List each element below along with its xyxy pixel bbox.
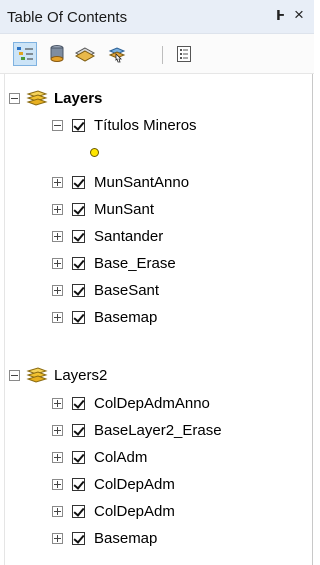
layer-visibility-checkbox[interactable] [72,396,85,410]
layer-visibility-checkbox[interactable] [72,229,85,243]
panel-right-border [312,74,313,565]
layer-visibility-checkbox[interactable] [72,531,85,545]
layer-row[interactable]: ColAdm [52,445,147,469]
layer-row[interactable]: Santander [52,224,163,248]
layer-row[interactable]: ColDepAdm [52,499,175,523]
layer-row[interactable]: MunSantAnno [52,170,189,194]
collapse-icon[interactable] [9,92,20,104]
layer-label: Basemap [94,529,158,547]
window-title: Table Of Contents [7,9,128,26]
layer-visibility-checkbox[interactable] [72,423,85,437]
data-frame-layers[interactable]: Layers [9,86,102,110]
options-button[interactable] [172,42,196,66]
layer-group-icon [26,367,48,383]
layer-visibility-checkbox[interactable] [72,450,85,464]
layer-label: ColDepAdmAnno [94,394,210,412]
list-by-source-button[interactable] [45,42,69,66]
expand-icon[interactable] [52,176,63,188]
layer-visibility-checkbox[interactable] [72,175,85,189]
toolbar-separator [162,46,163,64]
layer-label: Basemap [94,308,158,326]
list-by-drawing-order-button[interactable] [13,42,37,66]
point-symbol-icon [90,148,99,157]
toc-toolbar [0,34,314,74]
expand-icon[interactable] [52,397,63,409]
layer-row[interactable]: MunSant [52,197,154,221]
list-by-visibility-icon [74,47,96,62]
close-icon[interactable]: × [294,5,304,25]
layer-label: Santander [94,227,164,245]
layer-label: BaseLayer2_Erase [94,421,222,439]
data-frame-label: Layers [54,89,103,107]
expand-icon[interactable] [52,284,63,296]
layer-visibility-checkbox[interactable] [72,256,85,270]
layer-row[interactable]: ColDepAdmAnno [52,391,210,415]
list-by-visibility-button[interactable] [73,42,97,66]
layer-row[interactable]: Títulos Mineros [52,113,197,137]
title-bar: Table Of Contents Ͱ × [0,0,314,34]
layer-label: ColDepAdm [94,502,175,520]
layer-row[interactable]: Base_Erase [52,251,176,275]
layer-label: MunSantAnno [94,173,190,191]
expand-icon[interactable] [52,505,63,517]
layer-row[interactable]: ColDepAdm [52,472,175,496]
layer-label: Títulos Mineros [94,116,197,134]
layer-label: MunSant [94,200,155,218]
expand-icon[interactable] [52,311,63,323]
layer-visibility-checkbox[interactable] [72,202,85,216]
collapse-icon[interactable] [9,369,20,381]
options-icon [177,46,191,62]
layer-visibility-checkbox[interactable] [72,477,85,491]
table-of-contents-window: Table Of Contents Ͱ × Layers Títulos Min… [0,0,314,565]
expand-icon[interactable] [52,451,63,463]
collapse-icon[interactable] [52,119,63,131]
layer-label: ColDepAdm [94,475,175,493]
pin-icon[interactable]: Ͱ [276,8,285,24]
list-by-selection-button[interactable] [105,42,129,66]
layer-group-icon [26,90,48,106]
list-by-drawing-order-icon [17,47,33,60]
expand-icon[interactable] [52,532,63,544]
layer-label: ColAdm [94,448,148,466]
layer-label: Base_Erase [94,254,176,272]
expand-icon[interactable] [52,230,63,242]
layer-row[interactable]: Basemap [52,526,157,550]
layer-visibility-checkbox[interactable] [72,504,85,518]
panel-left-border [4,74,5,565]
layer-visibility-checkbox[interactable] [72,310,85,324]
expand-icon[interactable] [52,478,63,490]
expand-icon[interactable] [52,257,63,269]
expand-icon[interactable] [52,424,63,436]
layer-visibility-checkbox[interactable] [72,118,85,132]
list-by-source-icon [50,45,64,62]
data-frame-label: Layers2 [54,366,108,384]
layer-row[interactable]: BaseSant [52,278,159,302]
data-frame-layers2[interactable]: Layers2 [9,363,107,387]
list-by-selection-icon [108,47,126,63]
layer-row[interactable]: BaseLayer2_Erase [52,418,222,442]
layer-label: BaseSant [94,281,160,299]
layer-visibility-checkbox[interactable] [72,283,85,297]
layer-row[interactable]: Basemap [52,305,157,329]
expand-icon[interactable] [52,203,63,215]
